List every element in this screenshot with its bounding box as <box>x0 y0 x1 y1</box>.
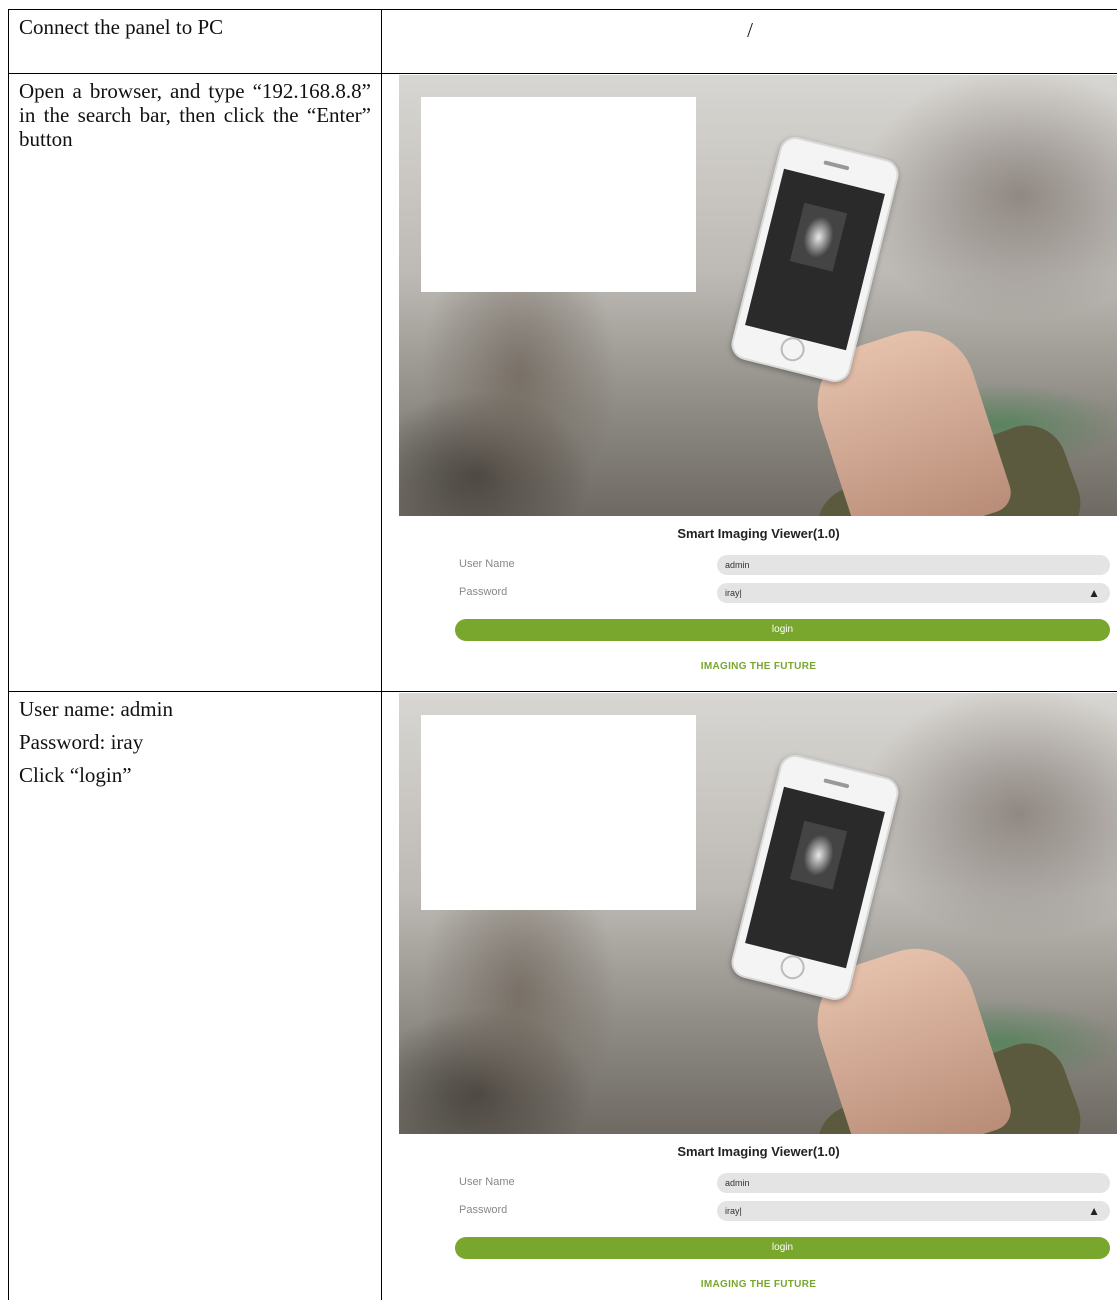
app-title: Smart Imaging Viewer(1.0) <box>677 1144 840 1159</box>
screenshot-cell: Smart Imaging Viewer(1.0) User Name admi… <box>382 74 1117 691</box>
password-value: iray| <box>725 1206 742 1216</box>
detail-cell: / <box>382 10 1117 73</box>
step-line: Click “login” <box>19 763 132 787</box>
instruction-table: Connect the panel to PC / Open a browser… <box>8 9 1117 1305</box>
xray-hand-image <box>789 202 848 272</box>
step-cell: User name: admin Password: iray Click “l… <box>9 692 382 1300</box>
login-button[interactable]: login <box>455 619 1110 641</box>
hero-photo <box>399 693 1117 1134</box>
step-line: User name: admin <box>19 697 173 721</box>
username-label: User Name <box>459 558 515 570</box>
login-page-screenshot: Smart Imaging Viewer(1.0) User Name admi… <box>399 693 1117 1305</box>
password-input[interactable]: iray| ▲ <box>717 583 1110 603</box>
phone-speaker <box>823 160 850 171</box>
username-input[interactable]: admin <box>717 1173 1110 1193</box>
eye-icon[interactable]: ▲ <box>1088 583 1100 603</box>
app-title: Smart Imaging Viewer(1.0) <box>677 526 840 541</box>
login-form: Smart Imaging Viewer(1.0) User Name admi… <box>399 516 1117 687</box>
table-row: Connect the panel to PC / <box>9 10 1117 74</box>
step-line: Password: iray <box>19 730 144 754</box>
step-cell: Connect the panel to PC <box>9 10 382 73</box>
phone-screen <box>745 786 885 969</box>
username-input[interactable]: admin <box>717 555 1110 575</box>
password-label: Password <box>459 1204 508 1216</box>
phone-screen <box>745 168 885 351</box>
tagline: IMAGING THE FUTURE <box>700 661 817 672</box>
xray-hand-image <box>789 820 848 890</box>
phone-speaker <box>823 778 850 789</box>
password-label: Password <box>459 586 508 598</box>
password-value: iray| <box>725 588 742 598</box>
login-page-screenshot: Smart Imaging Viewer(1.0) User Name admi… <box>399 75 1117 687</box>
eye-icon[interactable]: ▲ <box>1088 1201 1100 1221</box>
detail-text: / <box>747 18 753 42</box>
table-row: User name: admin Password: iray Click “l… <box>9 692 1117 1305</box>
blank-overlay <box>421 715 696 910</box>
tagline: IMAGING THE FUTURE <box>700 1279 817 1290</box>
blank-overlay <box>421 97 696 292</box>
login-button[interactable]: login <box>455 1237 1110 1259</box>
login-form: Smart Imaging Viewer(1.0) User Name admi… <box>399 1134 1117 1305</box>
hero-photo <box>399 75 1117 516</box>
password-input[interactable]: iray| ▲ <box>717 1201 1110 1221</box>
screenshot-cell: Smart Imaging Viewer(1.0) User Name admi… <box>382 692 1117 1305</box>
table-row: Open a browser, and type “192.168.8.8” i… <box>9 74 1117 692</box>
step-cell: Open a browser, and type “192.168.8.8” i… <box>9 74 382 691</box>
username-label: User Name <box>459 1176 515 1188</box>
